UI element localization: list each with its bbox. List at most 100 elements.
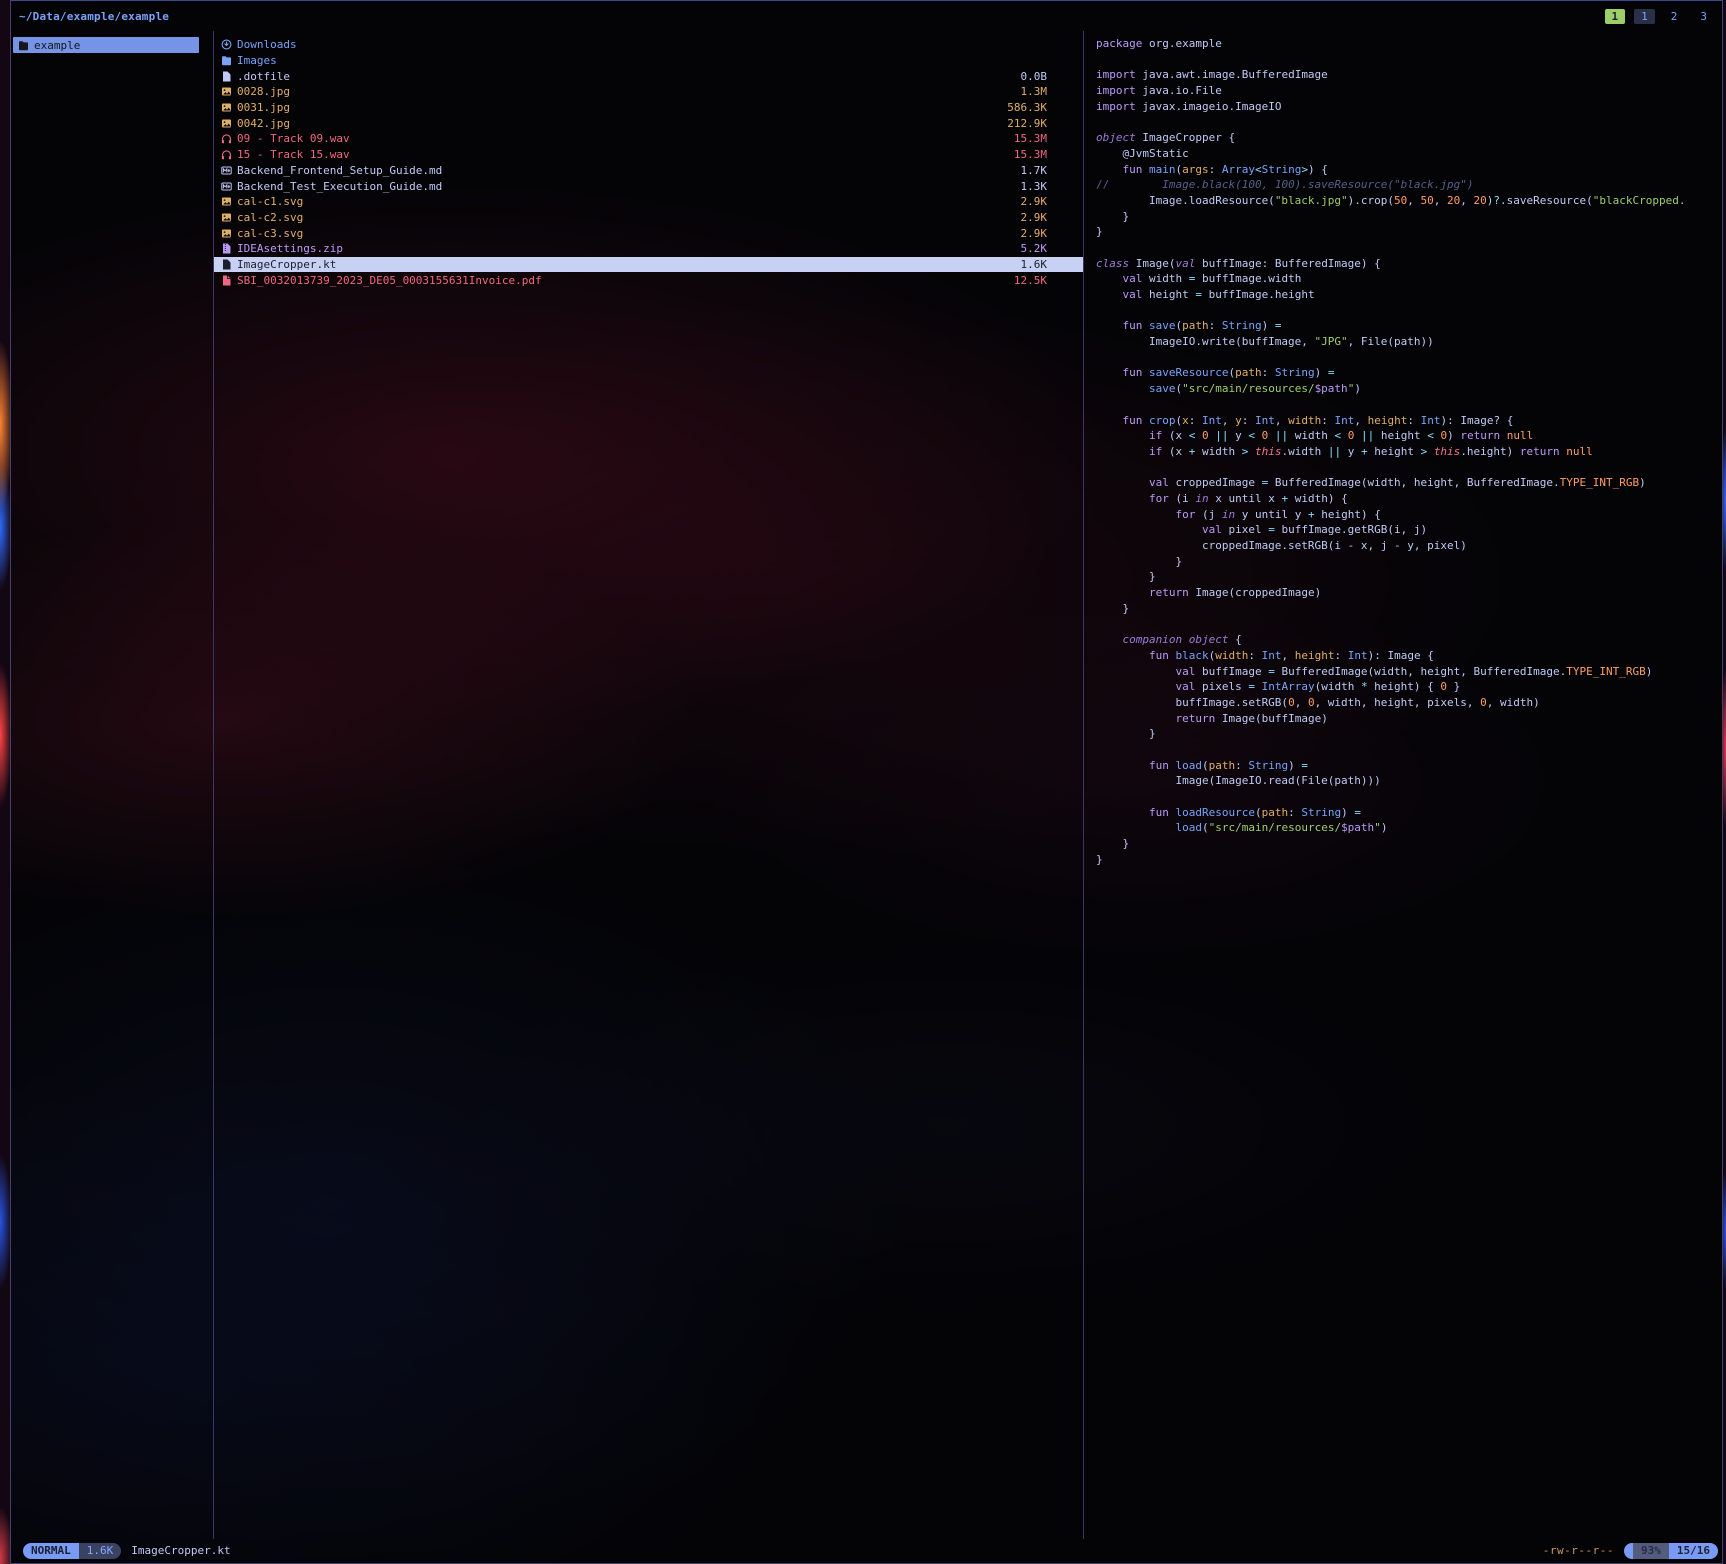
- file-size: 586.3K: [1007, 101, 1083, 114]
- panes: example Downloads Images.dotfile0.0B0028.…: [11, 31, 1722, 1539]
- tab-1[interactable]: 1: [1634, 9, 1655, 24]
- code-line: }: [1096, 570, 1722, 586]
- code-line: Image.loadResource("black.jpg").crop(50,…: [1096, 194, 1722, 210]
- file-row[interactable]: ImageCropper.kt1.6K: [214, 257, 1083, 273]
- breadcrumb: ~/Data/example/example: [19, 10, 169, 23]
- image-icon: [221, 117, 237, 130]
- code-line: val buffImage = BufferedImage(width, hei…: [1096, 665, 1722, 681]
- file-icon: [221, 70, 237, 83]
- code-line: companion object {: [1096, 633, 1722, 649]
- file-name: Backend_Frontend_Setup_Guide.md: [237, 164, 1021, 177]
- file-name: SBI_0032013739_2023_DE05_0003155631Invoi…: [237, 274, 1014, 287]
- file-name: Images: [237, 54, 1047, 67]
- file-size: 5.2K: [1021, 242, 1084, 255]
- file-name: 0031.jpg: [237, 101, 1007, 114]
- code-line: [1096, 241, 1722, 257]
- code-line: object ImageCropper {: [1096, 131, 1722, 147]
- code-line: val height = buffImage.height: [1096, 288, 1722, 304]
- sidebar-item-example[interactable]: example: [13, 37, 199, 53]
- code-line: fun loadResource(path: String) =: [1096, 806, 1722, 822]
- file-size: 2.9K: [1021, 195, 1084, 208]
- file-row[interactable]: Backend_Test_Execution_Guide.md1.3K: [214, 178, 1083, 194]
- status-bar: NORMAL 1.6K ImageCropper.kt -rw-r--r-- 9…: [11, 1539, 1722, 1563]
- preview-pane: package org.example import java.awt.imag…: [1084, 31, 1722, 1539]
- code-line: [1096, 304, 1722, 320]
- file-row[interactable]: Downloads: [214, 37, 1083, 53]
- file-row[interactable]: cal-c1.svg2.9K: [214, 194, 1083, 210]
- zip-icon: [221, 242, 237, 255]
- sidebar-item-label: example: [34, 39, 80, 52]
- file-size: 15.3M: [1014, 132, 1083, 145]
- code-line: [1096, 790, 1722, 806]
- file-row[interactable]: cal-c3.svg2.9K: [214, 225, 1083, 241]
- code-line: save("src/main/resources/$path"): [1096, 382, 1722, 398]
- tab-bar: 1 1 2 3: [1605, 9, 1715, 24]
- file-name: 0042.jpg: [237, 117, 1007, 130]
- tab-2[interactable]: 2: [1664, 9, 1685, 24]
- code-line: if (x < 0 || y < 0 || width < 0 || heigh…: [1096, 429, 1722, 445]
- image-icon: [221, 101, 237, 114]
- file-row[interactable]: 15 - Track 15.wav15.3M: [214, 147, 1083, 163]
- file-name: cal-c2.svg: [237, 211, 1021, 224]
- mode-pill: NORMAL 1.6K: [23, 1543, 121, 1559]
- code-line: return Image(buffImage): [1096, 712, 1722, 728]
- permissions-indicator: -rw-r--r--: [1543, 1544, 1614, 1557]
- pdf-icon: [221, 274, 237, 287]
- code-line: }: [1096, 853, 1722, 869]
- code-line: load("src/main/resources/$path"): [1096, 821, 1722, 837]
- parent-pane: example: [11, 31, 214, 1539]
- file-size: 1.3M: [1021, 85, 1084, 98]
- file-name: cal-c3.svg: [237, 227, 1021, 240]
- wallpaper-left-edge: [0, 0, 10, 1564]
- image-icon: [221, 211, 237, 224]
- code-line: class Image(val buffImage: BufferedImage…: [1096, 257, 1722, 273]
- file-size-indicator: 1.6K: [79, 1543, 122, 1559]
- code-line: }: [1096, 555, 1722, 571]
- code-line: [1096, 115, 1722, 131]
- image-icon: [221, 85, 237, 98]
- code-line: @JvmStatic: [1096, 147, 1722, 163]
- status-right: -rw-r--r-- 93% 15/16: [1543, 1543, 1718, 1559]
- code-line: import java.io.File: [1096, 84, 1722, 100]
- file-name: 15 - Track 15.wav: [237, 148, 1014, 161]
- status-filename: ImageCropper.kt: [131, 1544, 230, 1557]
- folder-icon: [221, 54, 237, 67]
- file-row[interactable]: 0042.jpg212.9K: [214, 115, 1083, 131]
- code-line: for (i in x until x + width) {: [1096, 492, 1722, 508]
- file-name: IDEAsettings.zip: [237, 242, 1021, 255]
- mode-indicator: NORMAL: [23, 1543, 79, 1559]
- code-line: if (x + width > this.width || y + height…: [1096, 445, 1722, 461]
- file-row[interactable]: IDEAsettings.zip5.2K: [214, 241, 1083, 257]
- file-row[interactable]: 0031.jpg586.3K: [214, 100, 1083, 116]
- file-row[interactable]: Images: [214, 53, 1083, 69]
- file-row[interactable]: cal-c2.svg2.9K: [214, 210, 1083, 226]
- code-line: [1096, 53, 1722, 69]
- code-line: }: [1096, 837, 1722, 853]
- audio-icon: [221, 132, 237, 145]
- kotlin-icon: [221, 258, 237, 271]
- code-line: buffImage.setRGB(0, 0, width, height, pi…: [1096, 696, 1722, 712]
- scroll-percent: 93%: [1633, 1543, 1669, 1559]
- file-row[interactable]: Backend_Frontend_Setup_Guide.md1.7K: [214, 163, 1083, 179]
- file-row[interactable]: 09 - Track 09.wav15.3M: [214, 131, 1083, 147]
- folder-icon: [18, 39, 34, 52]
- cursor-position: 15/16: [1669, 1543, 1718, 1559]
- image-icon: [221, 195, 237, 208]
- code-line: fun save(path: String) =: [1096, 319, 1722, 335]
- file-row[interactable]: SBI_0032013739_2023_DE05_0003155631Invoi…: [214, 272, 1083, 288]
- code-line: [1096, 461, 1722, 477]
- file-size: 212.9K: [1007, 117, 1083, 130]
- code-line: }: [1096, 225, 1722, 241]
- code-line: for (j in y until y + height) {: [1096, 508, 1722, 524]
- file-name: 0028.jpg: [237, 85, 1021, 98]
- file-row[interactable]: 0028.jpg1.3M: [214, 84, 1083, 100]
- file-name: Downloads: [237, 38, 1047, 51]
- file-row[interactable]: .dotfile0.0B: [214, 68, 1083, 84]
- task-count-badge: 1: [1605, 9, 1626, 24]
- tab-3[interactable]: 3: [1693, 9, 1714, 24]
- code-line: import javax.imageio.ImageIO: [1096, 100, 1722, 116]
- code-line: }: [1096, 602, 1722, 618]
- code-line: croppedImage.setRGB(i - x, j - y, pixel): [1096, 539, 1722, 555]
- file-size: 1.6K: [1021, 258, 1084, 271]
- code-line: [1096, 398, 1722, 414]
